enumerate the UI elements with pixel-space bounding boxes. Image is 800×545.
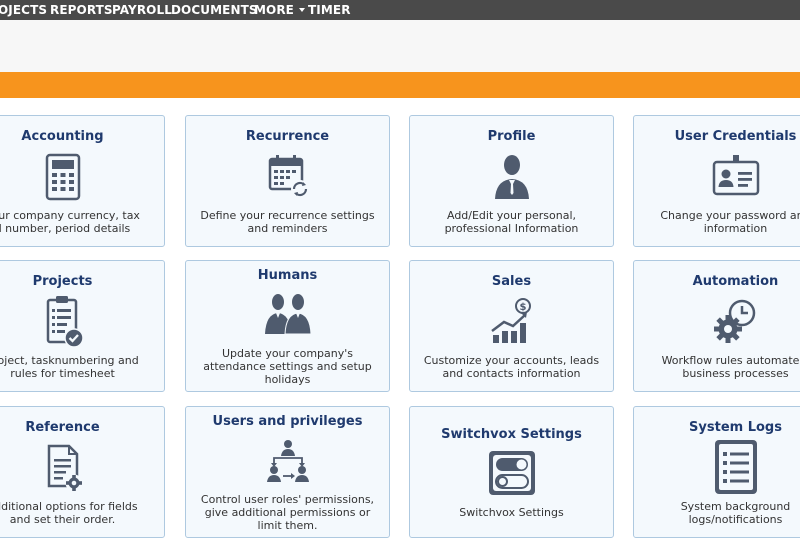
card-projects[interactable]: Projects project, tasknumbering and rule…	[0, 260, 165, 392]
nav-reports[interactable]: REPORTS	[50, 3, 113, 17]
card-system-logs[interactable]: System Logs System background logs/notif…	[633, 406, 800, 538]
card-desc-line: give additional permissions or	[204, 506, 371, 519]
card-desc-line: additional options for fields	[0, 500, 138, 513]
card-desc-line: business processes	[682, 367, 789, 380]
card-description: Change your password and information	[634, 209, 800, 235]
card-sales[interactable]: Sales $ Customize your accounts, leads a…	[409, 260, 614, 392]
card-recurrence[interactable]: Recurrence Define your recurrence settin…	[185, 115, 390, 247]
nav-projects[interactable]: OJECTS	[0, 3, 47, 17]
card-desc-line: professional Information	[444, 222, 579, 235]
card-title: Profile	[487, 129, 536, 144]
sales-chart-icon: $	[486, 297, 538, 345]
card-title: Recurrence	[245, 129, 330, 144]
card-desc-line: and contacts information	[442, 367, 581, 380]
card-desc-line: d number, period details	[0, 222, 131, 235]
nav-documents[interactable]: DOCUMENTS	[171, 3, 258, 17]
card-users-privileges[interactable]: Users and privileges Control user roles'…	[185, 406, 390, 538]
card-desc-line: attendance settings and setup	[203, 360, 372, 373]
card-desc-line: and set their order.	[9, 513, 116, 526]
calculator-icon	[37, 153, 89, 201]
card-reference[interactable]: Reference additional options for fields …	[0, 406, 165, 538]
orange-accent-bar	[0, 72, 800, 98]
card-description: Workflow rules automate y business proce…	[634, 354, 800, 380]
card-desc-line: holidays	[264, 373, 311, 386]
card-description: Add/Edit your personal, professional Inf…	[410, 209, 613, 235]
gear-clock-icon	[710, 297, 762, 345]
card-description: your company currency, tax d number, per…	[0, 209, 164, 235]
card-desc-line: Control user roles' permissions,	[200, 493, 375, 506]
nav-payroll[interactable]: PAYROLL	[112, 3, 172, 17]
card-desc-line: information	[703, 222, 768, 235]
card-desc-line: Customize your accounts, leads	[423, 354, 600, 367]
nav-more[interactable]: MORE	[254, 3, 305, 17]
card-description: Update your company's attendance setting…	[186, 347, 389, 386]
card-title: User Credentials	[674, 129, 797, 144]
card-profile[interactable]: Profile Add/Edit your personal, professi…	[409, 115, 614, 247]
card-desc-line: rules for timesheet	[10, 367, 115, 380]
card-desc-line: your company currency, tax	[0, 209, 140, 222]
card-description: additional options for fields and set th…	[0, 500, 164, 526]
card-desc-line: and reminders	[247, 222, 328, 235]
card-description: Define your recurrence settings and remi…	[186, 209, 389, 235]
svg-text:$: $	[519, 302, 526, 313]
toggle-switch-icon	[486, 449, 538, 497]
person-icon	[486, 153, 538, 201]
user-hierarchy-icon	[262, 437, 314, 483]
top-nav: OJECTS REPORTS PAYROLL DOCUMENTS MORE TI…	[0, 0, 800, 20]
card-title: Automation	[692, 274, 779, 289]
card-title: System Logs	[689, 420, 782, 435]
card-desc-line: project, tasknumbering and	[0, 354, 139, 367]
header-area	[0, 20, 800, 72]
card-desc-line: Switchvox Settings	[459, 506, 564, 519]
document-gear-icon	[37, 443, 89, 493]
nav-more-label: MORE	[254, 3, 294, 17]
calendar-refresh-icon	[262, 153, 314, 201]
card-humans[interactable]: Humans Update your company's attendance …	[185, 260, 390, 392]
card-desc-line: Update your company's	[221, 347, 354, 360]
card-title: Humans	[257, 268, 318, 283]
card-desc-line: Workflow rules automate y	[661, 354, 800, 367]
clipboard-check-icon	[37, 295, 89, 349]
card-title: Switchvox Settings	[441, 427, 582, 442]
log-list-icon	[710, 438, 762, 496]
card-title: Reference	[25, 420, 100, 435]
card-title: Sales	[491, 274, 532, 289]
people-icon	[262, 292, 314, 338]
card-desc-line: Define your recurrence settings	[200, 209, 375, 222]
card-description: project, tasknumbering and rules for tim…	[0, 354, 164, 380]
id-card-icon	[710, 153, 762, 201]
card-title: Accounting	[21, 129, 104, 144]
card-description: System background logs/notifications	[634, 500, 800, 526]
card-automation[interactable]: Automation Workflow rules automate y bus…	[633, 260, 800, 392]
card-title: Users and privileges	[212, 414, 363, 429]
card-description: Control user roles' permissions, give ad…	[186, 493, 389, 532]
card-desc-line: Change your password and	[660, 209, 800, 222]
card-user-credentials[interactable]: User Credentials Change your password an…	[633, 115, 800, 247]
card-accounting[interactable]: Accounting your company currency, tax d …	[0, 115, 165, 247]
card-desc-line: Add/Edit your personal,	[446, 209, 577, 222]
card-switchvox-settings[interactable]: Switchvox Settings Switchvox Settings	[409, 406, 614, 538]
chevron-down-icon	[298, 8, 305, 12]
card-description: Customize your accounts, leads and conta…	[410, 354, 613, 380]
card-desc-line: System background	[680, 500, 791, 513]
card-title: Projects	[32, 274, 93, 289]
card-desc-line: logs/notifications	[688, 513, 783, 526]
card-desc-line: limit them.	[257, 519, 318, 532]
nav-timer[interactable]: TIMER	[308, 3, 351, 17]
card-description: Switchvox Settings	[410, 506, 613, 519]
